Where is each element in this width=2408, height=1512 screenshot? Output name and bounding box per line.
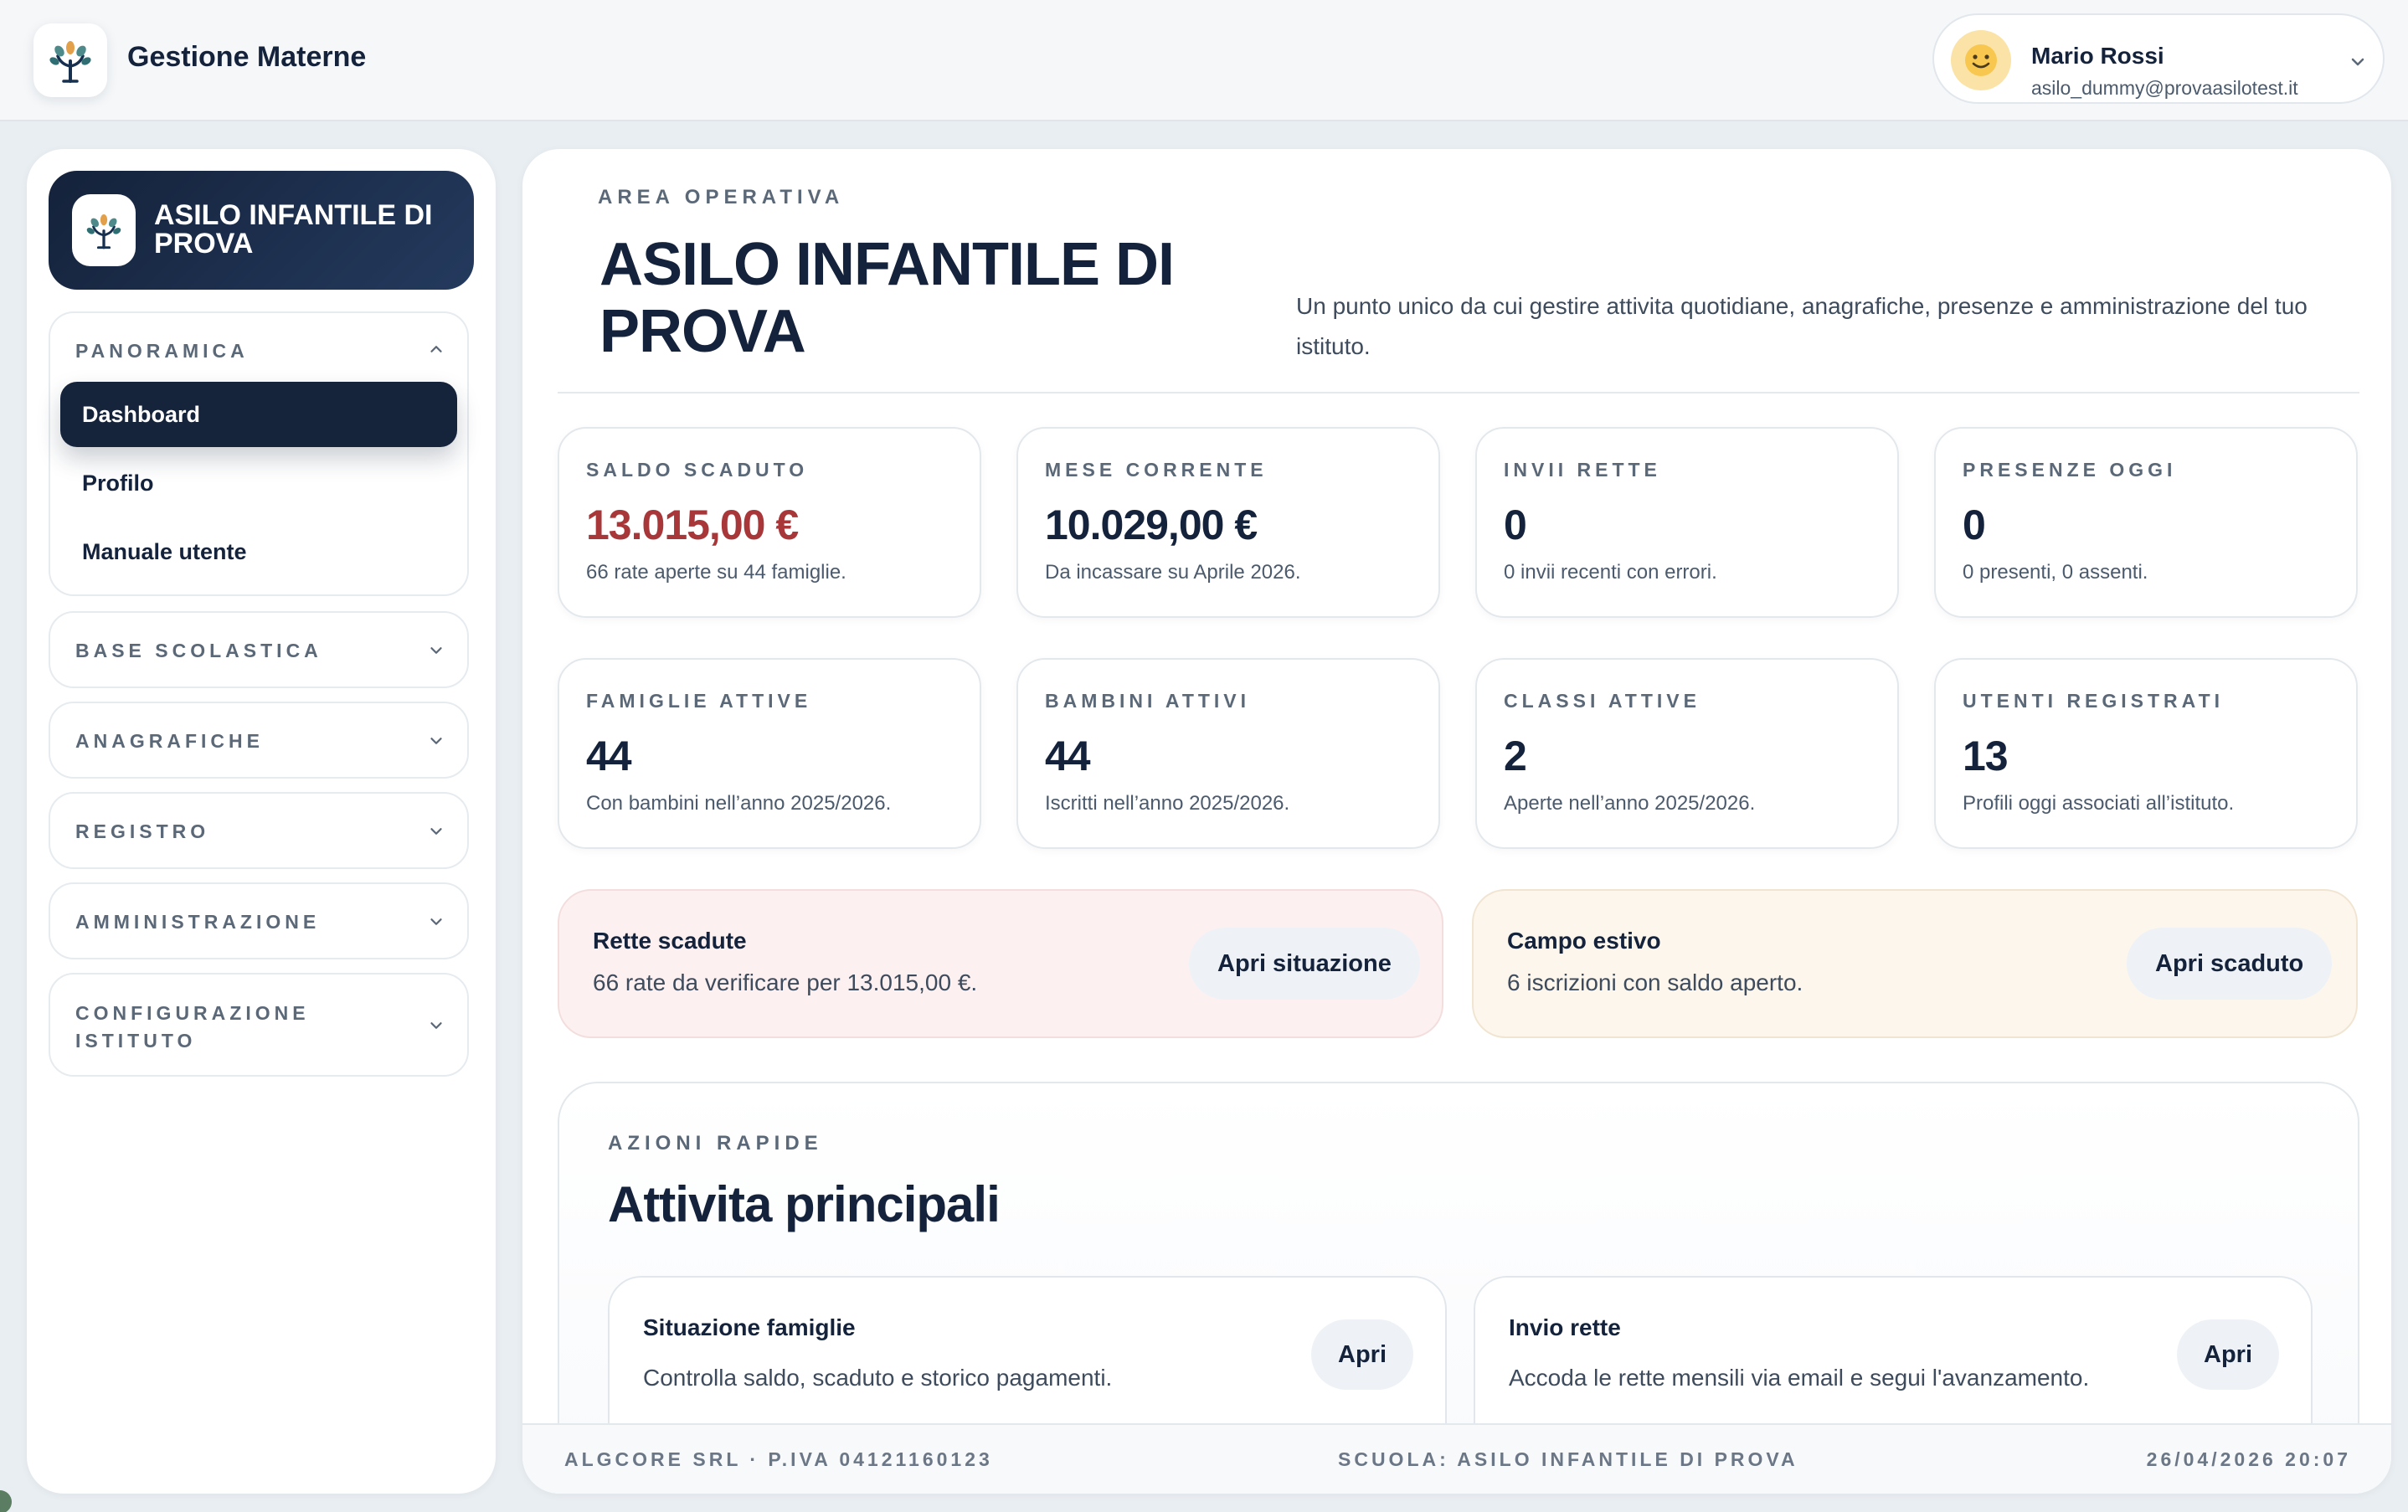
stat-sub: Profili oggi associati all’istituto. (1963, 792, 2235, 815)
stat-card-bambini-attivi: BAMBINI ATTIVI 44 Iscritti nell’anno 202… (1016, 658, 1440, 849)
sidebar: ASILO INFANTILE DI PROVA PANORAMICA Dash… (27, 149, 496, 1494)
open-fee-sending-button[interactable]: Apri (2177, 1319, 2279, 1390)
stat-sub: Con bambini nell’anno 2025/2026. (586, 792, 892, 815)
stat-sub: Iscritti nell’anno 2025/2026. (1045, 792, 1290, 815)
stat-label: UTENTI REGISTRATI (1963, 690, 2225, 712)
nav-group-label: BASE SCOLASTICA (75, 640, 322, 661)
nav-group-panoramica: PANORAMICA Dashboard Profilo Manuale ute… (49, 311, 469, 596)
stat-sub: Da incassare su Aprile 2026. (1045, 561, 1301, 584)
stat-label: CLASSI ATTIVE (1504, 690, 1701, 712)
stat-card-mese-corrente: MESE CORRENTE 10.029,00 € Da incassare s… (1016, 427, 1440, 618)
footer-company: ALGCORE SRL · P.IVA 04121160123 (564, 1448, 993, 1470)
action-title: Invio rette (1509, 1314, 1621, 1340)
hero-description: Un punto unico da cui gestire attivita q… (1296, 293, 2308, 359)
chevron-down-icon (430, 738, 442, 744)
stat-card-saldo-scaduto: SALDO SCADUTO 13.015,00 € 66 rate aperte… (558, 427, 981, 618)
nav-group-amministrazione[interactable]: AMMINISTRAZIONE (49, 882, 469, 959)
nav-group-label: CONFIGURAZIONE ISTITUTO (75, 1002, 310, 1052)
nav-group-anagrafiche[interactable]: ANAGRAFICHE (49, 702, 469, 779)
stat-value: 44 (586, 733, 632, 779)
stat-card-famiglie-attive: FAMIGLIE ATTIVE 44 Con bambini nell’anno… (558, 658, 981, 849)
main-content: AREA OPERATIVA ASILO INFANTILE DI PROVA … (522, 149, 2391, 1494)
action-title: Situazione famiglie (643, 1314, 856, 1340)
stat-value: 10.029,00 € (1045, 501, 1258, 548)
notice-title: Rette scadute (593, 928, 747, 954)
stat-value: 0 (1963, 501, 1986, 548)
stat-sub: 0 invii recenti con errori. (1504, 561, 1717, 584)
top-bar: Gestione Materne Mario Rossi asilo_dummy… (0, 0, 2408, 121)
stat-value: 13.015,00 € (586, 501, 799, 548)
nav-group-registro[interactable]: REGISTRO (49, 792, 469, 869)
tree-icon (86, 213, 121, 249)
nav-group-configurazione-istituto[interactable]: CONFIGURAZIONE ISTITUTO (49, 973, 469, 1077)
sidebar-item-manuale-utente[interactable]: Manuale utente (60, 519, 457, 584)
stat-card-presenze-oggi: PRESENZE OGGI 0 0 presenti, 0 assenti. (1934, 427, 2358, 618)
action-sub: Controlla saldo, scaduto e storico pagam… (643, 1365, 1113, 1391)
stat-label: PRESENZE OGGI (1963, 459, 2177, 481)
school-name: ASILO INFANTILE DI PROVA (154, 199, 433, 260)
notice-rette-scadute: Rette scadute 66 rate da verificare per … (558, 889, 1443, 1038)
stat-sub: Aperte nell’anno 2025/2026. (1504, 792, 1756, 815)
nav-group-label: REGISTRO (75, 820, 210, 842)
footer-school: SCUOLA: ASILO INFANTILE DI PROVA (1338, 1448, 1798, 1470)
divider (558, 392, 2359, 393)
chevron-down-icon (430, 647, 442, 654)
user-email: asilo_dummy@provaasilotest.it (2031, 77, 2298, 99)
user-name: Mario Rossi (2031, 43, 2164, 69)
open-families-button[interactable]: Apri (1311, 1319, 1413, 1390)
notice-sub: 66 rate da verificare per 13.015,00 €. (593, 969, 978, 995)
hero-eyebrow: AREA OPERATIVA (598, 186, 845, 208)
page-title: ASILO INFANTILE DI PROVA (599, 231, 1175, 365)
chevron-down-icon (430, 828, 442, 835)
school-logo (72, 194, 136, 266)
sidebar-item-dashboard[interactable]: Dashboard (60, 382, 457, 447)
chevron-down-icon (2351, 58, 2364, 66)
sidebar-item-profilo[interactable]: Profilo (60, 450, 457, 516)
quick-actions-eyebrow: AZIONI RAPIDE (608, 1132, 823, 1155)
stat-label: BAMBINI ATTIVI (1045, 690, 1251, 712)
notice-sub: 6 iscrizioni con saldo aperto. (1507, 969, 1803, 995)
open-overdue-button[interactable]: Apri scaduto (2127, 928, 2333, 1000)
stat-card-invii-rette: INVII RETTE 0 0 invii recenti con errori… (1475, 427, 1899, 618)
stat-label: SALDO SCADUTO (586, 459, 809, 481)
nav-group-label: ANAGRAFICHE (75, 730, 264, 752)
app-name: Gestione Materne (127, 41, 367, 73)
stat-card-utenti-registrati: UTENTI REGISTRATI 13 Profili oggi associ… (1934, 658, 2358, 849)
action-sub: Accoda le rette mensili via email e segu… (1509, 1365, 2090, 1391)
stat-label: INVII RETTE (1504, 459, 1661, 481)
chevron-down-icon (430, 918, 442, 925)
footer-datetime: 26/04/2026 20:07 (2146, 1448, 2351, 1470)
chevron-down-icon (430, 1022, 442, 1029)
smiley-avatar-icon (1951, 30, 2011, 90)
stat-label: FAMIGLIE ATTIVE (586, 690, 812, 712)
tree-icon (49, 41, 91, 83)
nav-group-base-scolastica[interactable]: BASE SCOLASTICA (49, 611, 469, 688)
notice-title: Campo estivo (1507, 928, 1661, 954)
stat-value: 2 (1504, 733, 1527, 779)
stat-sub: 0 presenti, 0 assenti. (1963, 561, 2148, 584)
footer: ALGCORE SRL · P.IVA 04121160123 SCUOLA: … (522, 1423, 2391, 1494)
stat-value: 13 (1963, 733, 2009, 779)
app-logo[interactable] (33, 23, 107, 97)
chevron-up-icon[interactable] (427, 340, 445, 358)
stat-sub: 66 rate aperte su 44 famiglie. (586, 561, 846, 584)
school-card[interactable]: ASILO INFANTILE DI PROVA (49, 171, 474, 290)
stat-value: 44 (1045, 733, 1091, 779)
quick-actions-title: Attivita principali (608, 1176, 1001, 1232)
nav-group-label: AMMINISTRAZIONE (75, 911, 321, 933)
stat-card-classi-attive: CLASSI ATTIVE 2 Aperte nell’anno 2025/20… (1475, 658, 1899, 849)
nav-group-label[interactable]: PANORAMICA (75, 340, 249, 363)
stat-label: MESE CORRENTE (1045, 459, 1268, 481)
user-menu[interactable]: Mario Rossi asilo_dummy@provaasilotest.i… (1932, 13, 2385, 104)
stat-value: 0 (1504, 501, 1527, 548)
open-situation-button[interactable]: Apri situazione (1189, 928, 1420, 1000)
notice-campo-estivo: Campo estivo 6 iscrizioni con saldo aper… (1472, 889, 2358, 1038)
corner-decoration (0, 1490, 12, 1512)
